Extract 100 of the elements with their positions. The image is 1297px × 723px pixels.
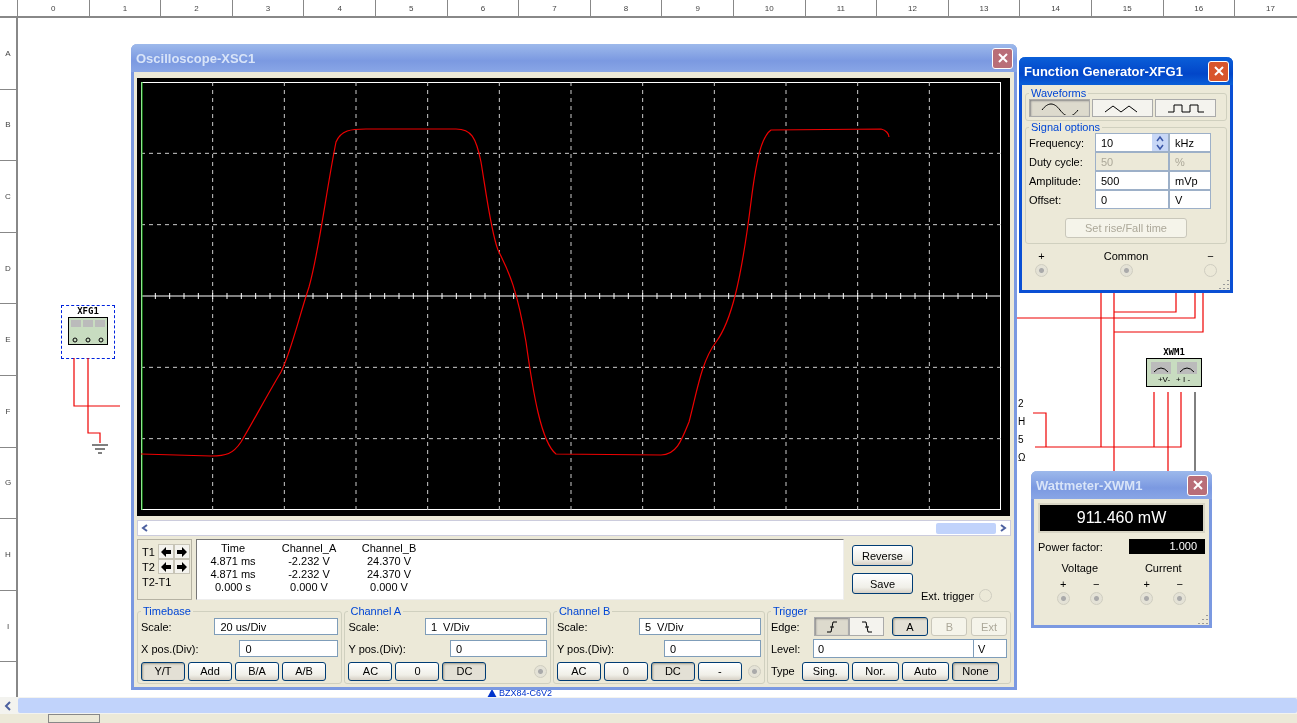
table-cell: 4.871 ms [210, 568, 256, 581]
cursor-label: T2-T1 [142, 576, 173, 588]
group-title: Channel A [349, 605, 403, 617]
scale-input[interactable]: 1 V/Div [424, 618, 547, 635]
waveform-button[interactable] [1155, 99, 1216, 117]
position-input[interactable]: 0 [239, 640, 339, 657]
level-input[interactable]: 0 V [813, 639, 1007, 658]
cursor-left-button[interactable] [158, 559, 174, 574]
value-input[interactable]: 0 [1095, 190, 1169, 209]
position-input[interactable]: 0 [663, 640, 761, 657]
value-input[interactable]: 10 [1095, 133, 1169, 152]
column-header: Channel_A [281, 542, 337, 555]
cursor-left-button[interactable] [158, 544, 174, 559]
ruler-label: F [5, 406, 11, 416]
edge-button[interactable] [814, 617, 850, 636]
table-cell: 24.370 V [366, 555, 411, 568]
field-value: 50 [1101, 155, 1114, 168]
waveform-button[interactable] [1092, 99, 1153, 117]
ruler-label: 1 [122, 3, 128, 13]
unit-field[interactable]: mVp [1169, 171, 1211, 190]
coupling-button[interactable]: - [697, 661, 742, 681]
coupling-button[interactable]: DC [442, 661, 487, 681]
mode-button[interactable]: Y/T [141, 661, 185, 681]
trigger-type-button[interactable]: None [951, 661, 999, 681]
sine-wave-icon [1039, 101, 1080, 115]
field-label: Power factor: [1038, 540, 1103, 553]
coupling-button[interactable]: AC [348, 661, 393, 681]
part-label: H [1018, 416, 1026, 427]
mode-button[interactable]: B/A [235, 661, 279, 681]
unit-label: V [1175, 193, 1183, 206]
cursor-right-button[interactable] [174, 559, 190, 574]
trigger-type-button[interactable]: Sing. [801, 661, 849, 681]
function-generator-symbol[interactable]: XFG1 [61, 305, 115, 359]
ruler-label: 13 [979, 3, 989, 13]
ruler-label: A [5, 48, 11, 58]
mode-button[interactable]: Add [188, 661, 232, 681]
ruler-label: 7 [552, 3, 557, 13]
field-label: Y pos.(Div): [556, 642, 615, 655]
terminal-label: Common [1103, 250, 1149, 262]
part-label: 2 [1018, 398, 1024, 409]
terminal-jack[interactable] [1089, 592, 1103, 605]
coupling-button[interactable]: 0 [603, 661, 648, 681]
ruler-label: I [6, 621, 10, 631]
group-title: Trigger [771, 605, 809, 617]
close-icon [997, 53, 1008, 63]
part-label: Ω [1018, 452, 1026, 463]
scale-input[interactable]: 5 V/Div [638, 618, 761, 635]
part-label: BZX84-C6V2 [499, 688, 553, 698]
terminal-label: + [1060, 578, 1067, 590]
field-value: 0 [1101, 193, 1108, 206]
channel-jack[interactable] [533, 664, 547, 678]
edge-button[interactable] [849, 617, 885, 636]
ruler-label: 14 [1051, 3, 1061, 13]
table-cell: -2.232 V [288, 568, 330, 581]
position-input[interactable]: 0 [449, 640, 547, 657]
action-button[interactable]: Reverse [852, 545, 913, 566]
terminal-jack[interactable] [1056, 592, 1070, 605]
trigger-type-button[interactable]: Nor. [851, 661, 899, 681]
channel-jack[interactable] [747, 664, 761, 678]
action-button[interactable]: Save [852, 573, 913, 594]
scale-input[interactable]: 20 us/Div [214, 618, 339, 635]
trigger-type-button[interactable]: Auto [901, 661, 949, 681]
cursor-right-button[interactable] [174, 544, 190, 559]
close-button[interactable] [1208, 60, 1229, 82]
spin-button[interactable] [1152, 134, 1168, 151]
terminal-label: + I - [1176, 375, 1191, 384]
terminal-jack[interactable] [1119, 264, 1133, 277]
terminal-jack[interactable] [1035, 264, 1048, 277]
terminal-jack[interactable] [1173, 592, 1187, 605]
right-arrow-icon [177, 546, 187, 557]
coupling-button[interactable]: DC [650, 661, 695, 681]
unit-field[interactable]: V [1169, 190, 1211, 209]
cursor-label: T2 [142, 560, 156, 573]
field-label: Amplitude: [1029, 174, 1082, 187]
coupling-button[interactable]: AC [556, 661, 601, 681]
table-cell: 0.000 V [290, 581, 328, 594]
scrollbar[interactable] [137, 520, 1011, 536]
mode-button[interactable]: A/B [282, 661, 326, 681]
coupling-button[interactable]: 0 [395, 661, 440, 681]
terminal-label: + [1038, 250, 1045, 262]
source-button[interactable]: A [891, 617, 928, 636]
resize-grip-icon[interactable] [1198, 614, 1208, 624]
ruler-label: 3 [265, 3, 271, 13]
up-down-arrows-icon [1155, 134, 1165, 151]
table-cell: 0.000 s [214, 581, 252, 594]
close-icon [1213, 66, 1224, 76]
terminal-jack[interactable] [1140, 592, 1154, 605]
scroll-thumb[interactable] [936, 522, 996, 534]
cursor-label: T1 [142, 545, 156, 558]
unit-label: kHz [1175, 136, 1194, 149]
window-title: Function Generator-XFG1 [1024, 63, 1183, 79]
unit-field[interactable]: kHz [1169, 133, 1211, 152]
resize-grip-icon[interactable] [1219, 279, 1229, 289]
unit-label: V [973, 640, 1006, 657]
ruler-label: G [4, 478, 12, 488]
group-label: Current [1144, 562, 1182, 574]
waveform-button[interactable] [1029, 99, 1090, 117]
ruler-label: 11 [836, 3, 845, 13]
generator-body-icon [68, 317, 108, 345]
value-input[interactable]: 500 [1095, 171, 1169, 190]
